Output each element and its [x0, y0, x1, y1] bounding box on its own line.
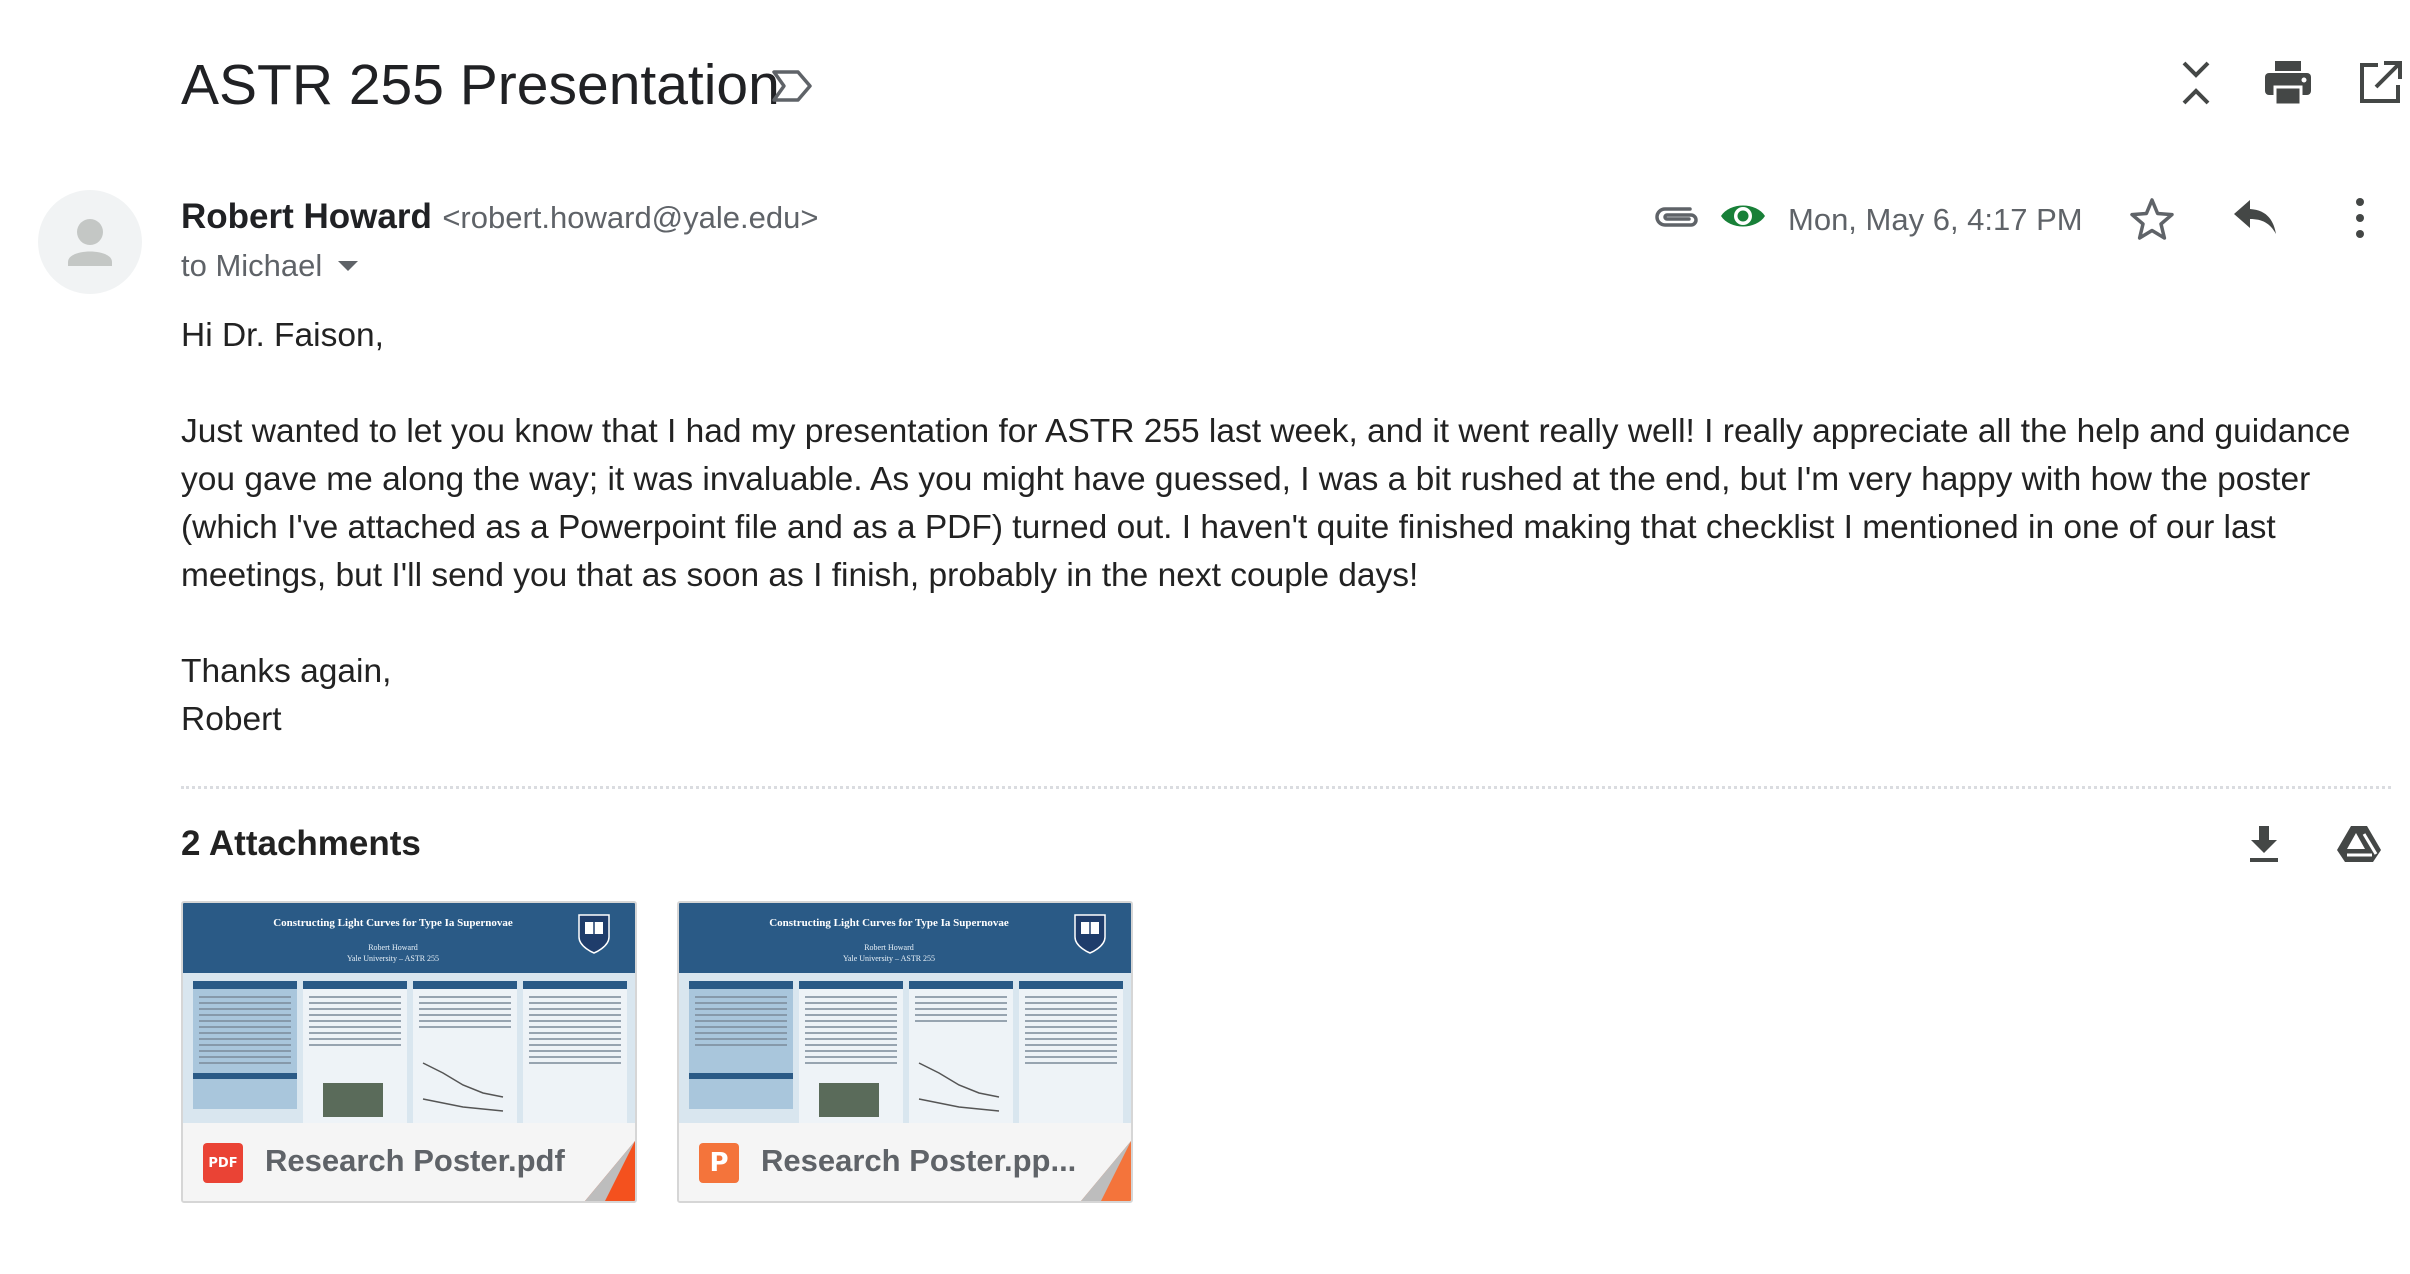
paperclip-icon [1655, 207, 1698, 227]
email-subject: ASTR 255 Presentation [181, 53, 780, 117]
recipient-details-toggle[interactable]: to Michael [181, 244, 360, 288]
person-icon [68, 219, 112, 266]
sender-email: <robert.howard@yale.edu> [442, 200, 819, 235]
poster-preview-graphic [183, 903, 635, 1123]
powerpoint-icon: P [699, 1143, 739, 1183]
page-fold-icon [1081, 1141, 1131, 1201]
body-greeting: Hi Dr. Faison, [181, 317, 384, 354]
open-in-new-icon[interactable] [2352, 55, 2408, 111]
body-paragraph: Just wanted to let you know that I had m… [181, 413, 2351, 594]
sender-line: Robert Howard <robert.howard@yale.edu> [181, 193, 818, 248]
body-closing: Thanks again, [181, 653, 392, 690]
reply-icon[interactable] [2230, 196, 2278, 240]
poster-affiliation: Yale University – ASTR 255 [346, 954, 440, 963]
print-icon[interactable] [2260, 55, 2316, 111]
poster-title: Constructing Light Curves for Type Ia Su… [769, 917, 1009, 929]
email-view: ASTR 255 Presentation Robert Howard <rob… [0, 0, 2410, 1274]
unfold-less-icon[interactable] [2168, 55, 2224, 111]
chevron-down-icon[interactable] [336, 259, 360, 273]
attachment-footer: P Research Poster.pp... [679, 1123, 1131, 1201]
sender-name[interactable]: Robert Howard [181, 197, 432, 236]
attachment-name: Research Poster.pp... [761, 1143, 1077, 1178]
body-signature: Robert [181, 701, 282, 738]
attachments-divider [181, 786, 2391, 789]
attachment-card-pdf[interactable]: Constructing Light Curves for Type Ia Su… [181, 901, 637, 1203]
poster-title: Constructing Light Curves for Type Ia Su… [273, 917, 513, 929]
yale-crest-icon [578, 914, 610, 954]
attachment-card-pptx[interactable]: Constructing Light Curves for Type Ia Su… [677, 901, 1133, 1203]
attachments-title: 2 Attachments [181, 824, 421, 863]
recipient-label: to Michael [181, 248, 323, 283]
avatar[interactable] [38, 190, 142, 294]
poster-affiliation: Yale University – ASTR 255 [842, 954, 936, 963]
label-outline-icon[interactable] [770, 66, 814, 106]
attachment-thumbnail: Constructing Light Curves for Type Ia Su… [183, 903, 635, 1123]
attachment-footer: PDF Research Poster.pdf [183, 1123, 635, 1201]
eye-icon[interactable] [1718, 198, 1768, 234]
poster-preview-graphic [679, 903, 1131, 1123]
email-body: Hi Dr. Faison, Just wanted to let you kn… [181, 312, 2391, 744]
poster-author: Robert Howard [864, 943, 914, 952]
yale-crest-icon [1074, 914, 1106, 954]
download-icon[interactable] [2242, 822, 2286, 866]
poster-author: Robert Howard [368, 943, 418, 952]
email-date[interactable]: Mon, May 6, 4:17 PM [1788, 198, 2083, 242]
attachment-thumbnail: Constructing Light Curves for Type Ia Su… [679, 903, 1131, 1123]
more-vert-icon[interactable] [2340, 196, 2380, 240]
pdf-icon: PDF [203, 1143, 243, 1183]
attachment-name: Research Poster.pdf [265, 1143, 565, 1178]
page-fold-icon [585, 1141, 635, 1201]
star-outline-icon[interactable] [2128, 196, 2176, 244]
google-drive-icon[interactable] [2336, 824, 2382, 864]
